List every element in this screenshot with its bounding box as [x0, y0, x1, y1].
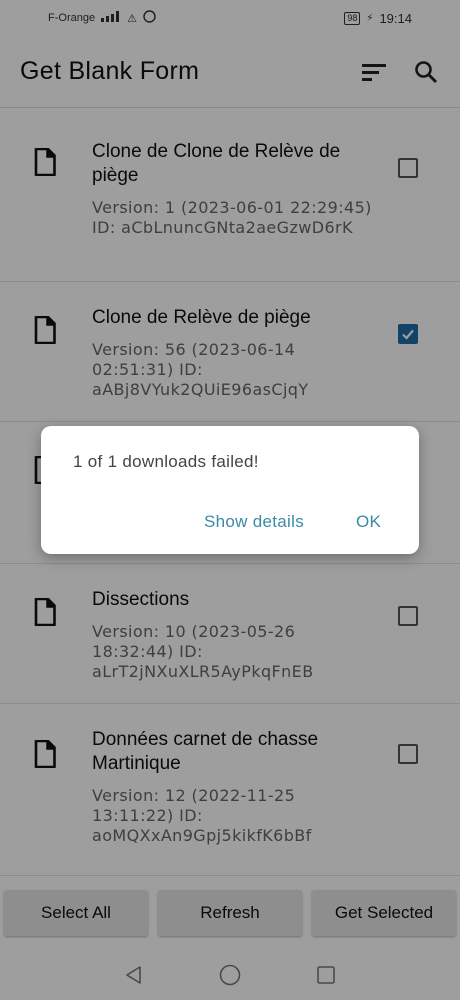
- ok-button[interactable]: OK: [356, 512, 381, 532]
- download-failed-dialog: 1 of 1 downloads failed! Show details OK: [41, 426, 419, 554]
- show-details-button[interactable]: Show details: [204, 512, 304, 532]
- dialog-message: 1 of 1 downloads failed!: [73, 452, 259, 471]
